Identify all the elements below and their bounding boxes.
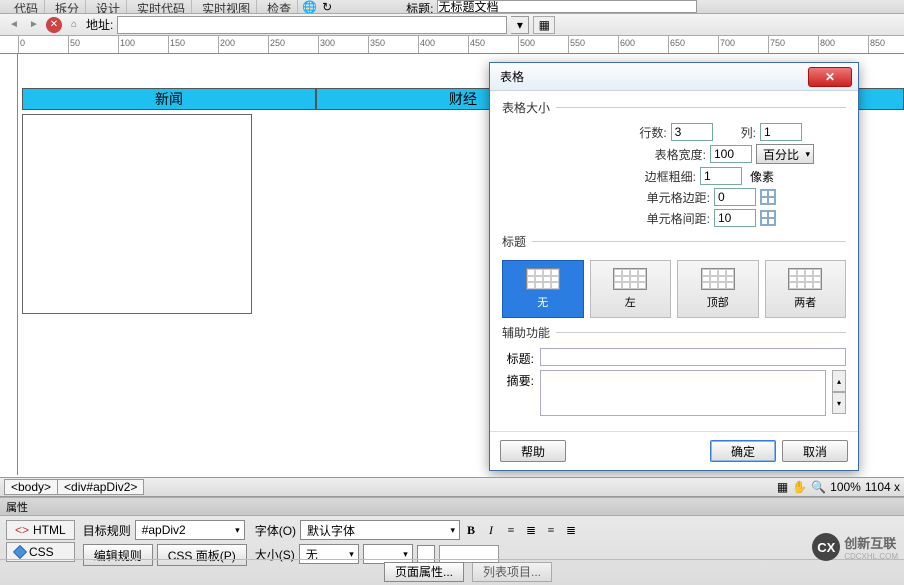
ok-button[interactable]: 确定 (710, 440, 776, 462)
properties-title: 属性 (0, 498, 904, 516)
border-input[interactable] (700, 167, 742, 185)
cell-news[interactable]: 新闻 (22, 88, 316, 110)
cancel-button[interactable]: 取消 (782, 440, 848, 462)
coords: 1104 x (865, 480, 900, 494)
watermark: CX 创新互联 CDCXHL.COM (812, 533, 898, 561)
tb-design[interactable]: 设计 (90, 0, 127, 14)
cols-label: 列: (741, 124, 756, 141)
border-unit: 像素 (746, 168, 778, 185)
target-rule-label: 目标规则 (83, 522, 131, 539)
tb-inspect[interactable]: 检查 (261, 0, 298, 14)
summary-label: 摘要: (502, 370, 534, 389)
tb-livecode[interactable]: 实时代码 (131, 0, 192, 14)
forward-icon[interactable]: ► (26, 17, 42, 33)
width-label: 表格宽度: (655, 146, 706, 163)
page-properties-button[interactable]: 页面属性... (384, 562, 464, 582)
globe-icon[interactable]: 🌐 (302, 0, 318, 14)
caption-top[interactable]: 顶部 (677, 260, 759, 318)
refresh-icon[interactable]: ↻ (322, 0, 338, 14)
cellpad-label: 单元格边距: (647, 189, 710, 206)
properties-panel: 属性 <>HTML CSS 目标规则 #apDiv2 编辑规则 CSS 面板(P… (0, 497, 904, 585)
stop-icon[interactable]: ✕ (46, 17, 62, 33)
caption-none[interactable]: 无 (502, 260, 584, 318)
rows-input[interactable] (671, 123, 713, 141)
hand-icon[interactable]: ✋ (792, 480, 807, 494)
address-label: 地址: (86, 16, 113, 33)
summary-spin-up[interactable]: ▴ (832, 370, 846, 392)
align-right-icon[interactable]: ≡ (544, 523, 558, 538)
dialog-title: 表格 (500, 68, 808, 85)
width-unit-select[interactable]: 百分比 (756, 144, 814, 164)
table-dialog: 表格 ✕ 表格大小 行数: 列: 表格宽度: 百分比 边框粗细: 像素 单元格边… (489, 62, 859, 471)
target-rule-select[interactable]: #apDiv2 (135, 520, 245, 540)
border-label: 边框粗细: (645, 168, 696, 185)
summary-input[interactable] (540, 370, 826, 416)
close-button[interactable]: ✕ (808, 67, 852, 87)
tab-html[interactable]: <>HTML (6, 520, 75, 540)
dialog-titlebar[interactable]: 表格 ✕ (490, 63, 858, 91)
align-justify-icon[interactable]: ≣ (564, 523, 578, 538)
tb-code[interactable]: 代码 (8, 0, 45, 14)
cellspace-label: 单元格间距: (647, 210, 710, 227)
ruler-vertical (0, 54, 18, 475)
italic-icon[interactable]: I (484, 523, 498, 538)
ruler-horizontal: 0501001502002503003504004505005506006507… (0, 36, 904, 54)
caption-field-input[interactable] (540, 348, 846, 366)
zoom-value[interactable]: 100% (830, 480, 861, 494)
font-select[interactable]: 默认字体 (300, 520, 460, 540)
tb-split[interactable]: 拆分 (49, 0, 86, 14)
width-input[interactable] (710, 145, 752, 163)
font-label: 字体(O) (255, 522, 296, 539)
align-left-icon[interactable]: ≡ (504, 523, 518, 538)
caption-left[interactable]: 左 (590, 260, 672, 318)
selector-icon[interactable]: ▦ (777, 480, 788, 494)
address-input[interactable] (117, 16, 507, 34)
cellspace-input[interactable] (714, 209, 756, 227)
ap-div2[interactable] (22, 114, 252, 314)
caption-both[interactable]: 两者 (765, 260, 847, 318)
section-caption: 标题 (502, 233, 846, 254)
help-button[interactable]: 帮助 (500, 440, 566, 462)
tag-body[interactable]: <body> (4, 479, 58, 495)
browse-icon[interactable]: ▦ (533, 16, 555, 34)
list-item-button: 列表项目... (472, 562, 552, 582)
doc-title-label: 标题: (406, 0, 433, 14)
tb-liveview[interactable]: 实时视图 (196, 0, 257, 14)
section-table-size: 表格大小 (502, 99, 846, 120)
section-accessibility: 辅助功能 (502, 324, 846, 345)
cellpad-icon (760, 189, 776, 205)
address-bar: ◄ ► ✕ ⌂ 地址: ▾ ▦ (0, 14, 904, 36)
summary-spin-down[interactable]: ▾ (832, 392, 846, 414)
watermark-logo-icon: CX (812, 533, 840, 561)
zoom-icon[interactable]: 🔍 (811, 480, 826, 494)
main-toolbar: 代码 拆分 设计 实时代码 实时视图 检查 🌐 ↻ 标题: (0, 0, 904, 14)
cols-input[interactable] (760, 123, 802, 141)
cellspace-icon (760, 210, 776, 226)
caption-field-label: 标题: (502, 348, 534, 367)
rows-label: 行数: (639, 124, 666, 141)
home-icon[interactable]: ⌂ (66, 17, 82, 33)
cellpad-input[interactable] (714, 188, 756, 206)
address-dropdown[interactable]: ▾ (511, 16, 529, 34)
tag-selector-bar: <body> <div#apDiv2> ▦ ✋ 🔍 100% 1104 x (0, 477, 904, 497)
align-center-icon[interactable]: ≣ (524, 523, 538, 538)
tag-apdiv2[interactable]: <div#apDiv2> (57, 479, 144, 495)
doc-title-input[interactable] (437, 0, 697, 13)
back-icon[interactable]: ◄ (6, 17, 22, 33)
bold-icon[interactable]: B (464, 523, 478, 538)
